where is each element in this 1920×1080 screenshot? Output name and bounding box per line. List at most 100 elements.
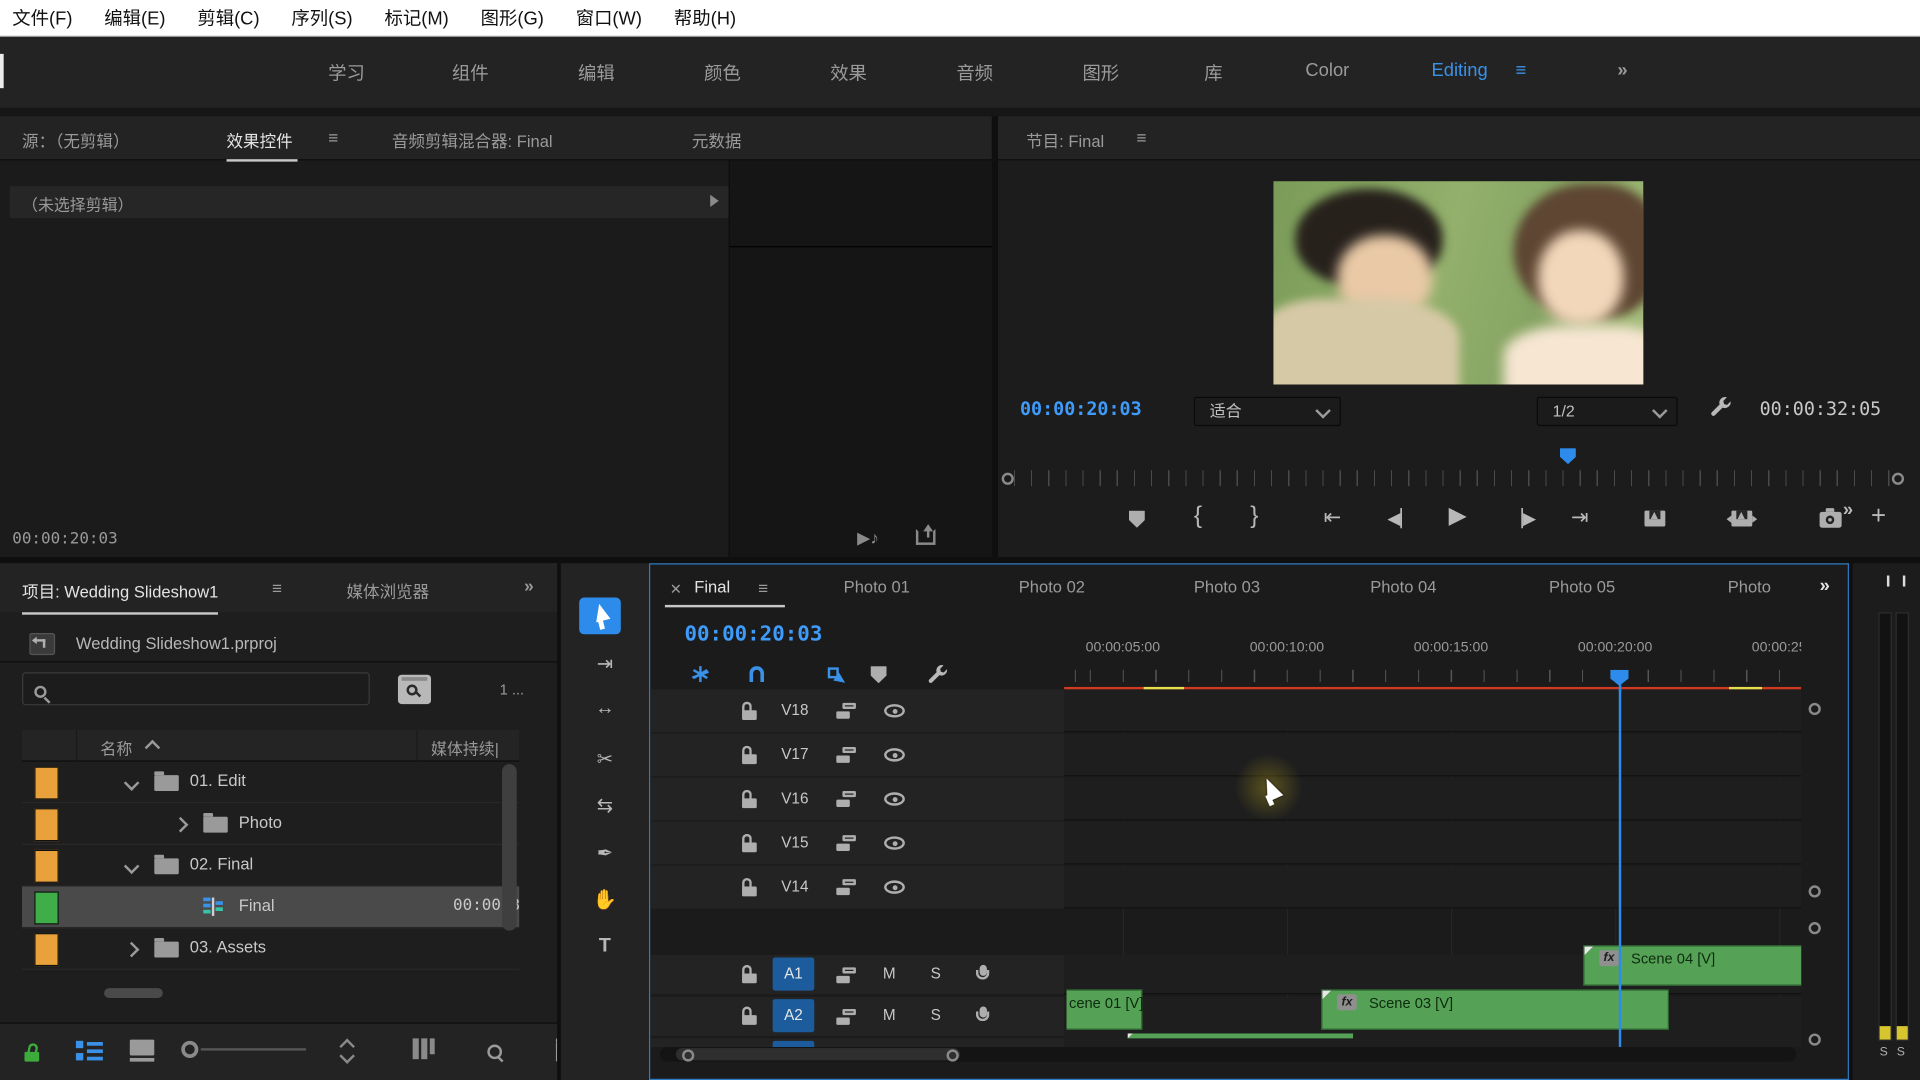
tab-sequence-4[interactable]: Photo 05: [1549, 578, 1615, 596]
workspace-tab-编辑[interactable]: 编辑: [578, 60, 615, 86]
track-lock-icon[interactable]: [742, 833, 758, 853]
step-forward-icon[interactable]: ▕▶: [1510, 508, 1536, 529]
pen-tool[interactable]: ✒: [561, 841, 649, 865]
sync-lock-icon[interactable]: [836, 702, 856, 719]
scrubber-left-handle[interactable]: [1001, 472, 1014, 485]
program-current-timecode[interactable]: 00:00:20:03: [1020, 398, 1142, 420]
workspace-menu-icon[interactable]: ≡: [1515, 60, 1526, 81]
workspace-tab-库[interactable]: 库: [1204, 60, 1222, 86]
project-horizontal-scrollbar[interactable]: [104, 988, 163, 998]
menu-item-3[interactable]: 序列(S): [291, 5, 352, 31]
solo-left-label[interactable]: S: [1880, 1046, 1888, 1059]
track-lock-icon[interactable]: [742, 1006, 758, 1025]
search-bin-icon[interactable]: [397, 674, 432, 705]
sync-lock-icon[interactable]: [836, 879, 856, 896]
tab-metadata[interactable]: 元数据: [692, 127, 742, 151]
label-color-swatch[interactable]: [34, 766, 59, 800]
audio-target-track-badge[interactable]: A2: [772, 999, 815, 1033]
mute-track-button[interactable]: M: [883, 1007, 896, 1024]
bin-expand-chevron[interactable]: [123, 775, 140, 791]
hand-tool[interactable]: ✋: [561, 888, 649, 912]
timeline-settings-wrench-icon[interactable]: [927, 664, 949, 686]
slip-tool[interactable]: ⇆: [561, 793, 649, 817]
track-lock-icon[interactable]: [742, 877, 758, 897]
program-menu-icon[interactable]: ≡: [1136, 127, 1146, 147]
toggle-track-output-eye-icon[interactable]: [884, 880, 905, 894]
extract-icon[interactable]: [1727, 510, 1758, 527]
tab-sequence-2[interactable]: Photo 03: [1194, 578, 1260, 596]
export-frame-camera-icon[interactable]: [1819, 508, 1842, 528]
tab-sequence-1[interactable]: Photo 02: [1019, 578, 1085, 596]
solo-track-button[interactable]: S: [931, 1007, 941, 1024]
track-lock-icon[interactable]: [742, 964, 758, 984]
go-to-in-icon[interactable]: ⇤: [1324, 506, 1341, 530]
tab-media-browser[interactable]: 媒体浏览器: [347, 578, 430, 602]
toggle-track-output-eye-icon[interactable]: [884, 792, 905, 806]
toggle-track-output-eye-icon[interactable]: [884, 836, 905, 850]
project-row-01-edit[interactable]: 01. Edit: [22, 762, 520, 804]
menu-item-1[interactable]: 编辑(E): [104, 5, 165, 31]
mute-track-button[interactable]: M: [883, 965, 896, 982]
zoom-handle-left[interactable]: [682, 1049, 695, 1062]
lift-icon[interactable]: [1644, 510, 1666, 527]
video-scroll-handle-bottom[interactable]: [1808, 885, 1821, 898]
project-file-name[interactable]: Wedding Slideshow1.prproj: [76, 634, 277, 652]
workspace-tab-组件[interactable]: 组件: [452, 60, 489, 86]
toggle-track-output-eye-icon[interactable]: [884, 748, 905, 762]
workspace-tab-editing[interactable]: Editing: [1432, 60, 1488, 81]
label-color-swatch[interactable]: [34, 933, 59, 967]
track-name-label[interactable]: V16: [781, 790, 808, 807]
column-duration-header[interactable]: 媒体持续|: [431, 736, 499, 759]
bin-expand-chevron[interactable]: [172, 816, 189, 833]
bin-expand-chevron[interactable]: [123, 941, 140, 958]
tab-sequence-5[interactable]: Photo: [1728, 578, 1771, 596]
label-color-swatch[interactable]: [34, 891, 59, 925]
workspace-tab-学习[interactable]: 学习: [328, 60, 365, 86]
track-name-label[interactable]: V15: [781, 834, 808, 851]
project-menu-icon[interactable]: ≡: [272, 578, 282, 598]
close-sequence-icon[interactable]: ✕: [670, 580, 682, 597]
timeline-zoom-scrollbar-thumb[interactable]: [675, 1048, 960, 1061]
track-content-V16[interactable]: [1064, 777, 1802, 821]
workspace-tab-图形[interactable]: 图形: [1082, 60, 1119, 86]
label-color-swatch[interactable]: [34, 808, 59, 842]
timeline-overflow-icon[interactable]: »: [1820, 576, 1830, 597]
audio-scroll-handle-top[interactable]: [1808, 922, 1821, 935]
video-scroll-handle-top[interactable]: [1808, 702, 1821, 716]
step-back-icon[interactable]: ◀▏: [1387, 508, 1413, 529]
menu-item-5[interactable]: 图形(G): [481, 5, 544, 31]
icon-view-icon[interactable]: [129, 1039, 155, 1062]
twirl-right-icon[interactable]: [710, 194, 719, 207]
tab-source-monitor[interactable]: 源：（无剪辑）: [22, 127, 129, 151]
go-to-out-icon[interactable]: ⇥: [1571, 506, 1588, 530]
sort-icon-down[interactable]: [339, 1048, 355, 1064]
clip-scene04[interactable]: fx Scene 04 [V]: [1583, 945, 1802, 986]
tab-sequence-0[interactable]: Photo 01: [844, 578, 910, 596]
workspace-tab-音频[interactable]: 音频: [956, 60, 993, 86]
column-name-header[interactable]: 名称: [100, 736, 132, 759]
workspace-tab-颜色[interactable]: 颜色: [704, 60, 741, 86]
sync-lock-icon[interactable]: [836, 791, 856, 807]
program-settings-wrench-icon[interactable]: [1709, 396, 1732, 419]
workspace-tab-效果[interactable]: 效果: [830, 60, 867, 86]
project-search-input[interactable]: [22, 672, 370, 706]
project-vertical-scrollbar[interactable]: [502, 764, 517, 931]
track-name-label[interactable]: V14: [781, 878, 808, 895]
track-select-forward-tool[interactable]: ⇥: [561, 651, 649, 675]
tab-audio-mixer[interactable]: 音频剪辑混合器: Final: [392, 127, 553, 151]
sync-lock-icon[interactable]: [836, 967, 856, 984]
timeline-ruler[interactable]: 00:00:05:00 00:00:10:00 00:00:15:00 00:00:2…: [1064, 638, 1802, 690]
track-name-label[interactable]: V18: [781, 702, 808, 719]
track-content-V14[interactable]: [1064, 865, 1802, 909]
track-lock-icon[interactable]: [742, 745, 758, 765]
scrubber-right-handle[interactable]: [1891, 472, 1905, 485]
menu-item-2[interactable]: 剪辑(C): [197, 5, 259, 31]
track-lock-icon[interactable]: [742, 789, 758, 809]
playhead-line[interactable]: [1618, 689, 1622, 1047]
ripple-edit-tool[interactable]: ↔: [561, 698, 649, 720]
razor-tool[interactable]: ✂: [561, 747, 649, 771]
workspace-tab-color[interactable]: Color: [1305, 60, 1349, 81]
clip-v13-partial[interactable]: [1127, 1033, 1354, 1039]
voiceover-record-mic-icon[interactable]: [975, 964, 991, 983]
play-button-icon[interactable]: ▶: [1449, 502, 1467, 530]
